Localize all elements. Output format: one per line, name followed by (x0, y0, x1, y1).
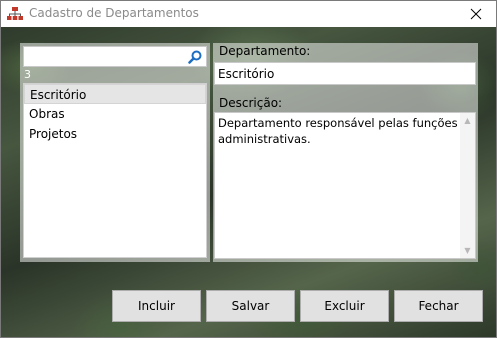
excluir-button[interactable]: Excluir (300, 290, 389, 322)
fechar-button[interactable]: Fechar (394, 290, 483, 322)
descricao-text[interactable]: Departamento responsável pelas funções a… (218, 116, 458, 146)
descricao-field[interactable]: Departamento responsável pelas funções a… (214, 112, 476, 259)
magnifier-icon[interactable] (188, 50, 202, 64)
close-button[interactable] (456, 1, 496, 27)
departamento-label: Departamento: (219, 44, 311, 58)
search-box (23, 46, 207, 67)
org-chart-icon (7, 7, 23, 21)
title-bar[interactable]: Cadastro de Departamentos (1, 1, 496, 27)
descricao-label: Descrição: (219, 96, 283, 110)
departamento-field[interactable] (214, 62, 476, 85)
main-window: Cadastro de Departamentos 3 Escritório O… (0, 0, 497, 338)
scroll-up-icon[interactable]: ▲ (460, 113, 475, 128)
scroll-down-icon[interactable]: ▼ (460, 243, 475, 258)
departments-list[interactable]: Escritório Obras Projetos (23, 83, 207, 258)
details-panel: Departamento: Descrição: Departamento re… (213, 43, 478, 262)
close-icon (470, 8, 482, 20)
client-area: 3 Escritório Obras Projetos Departamento… (1, 27, 496, 337)
result-count: 3 (24, 68, 31, 81)
list-item[interactable]: Escritório (24, 84, 206, 104)
descricao-scrollbar[interactable]: ▲ ▼ (460, 113, 475, 258)
search-input[interactable] (26, 48, 186, 65)
salvar-button[interactable]: Salvar (206, 290, 295, 322)
search-panel: 3 Escritório Obras Projetos (20, 43, 210, 262)
list-item[interactable]: Projetos (24, 124, 206, 144)
incluir-button[interactable]: Incluir (112, 290, 201, 322)
list-item[interactable]: Obras (24, 104, 206, 124)
window-title: Cadastro de Departamentos (29, 6, 199, 20)
